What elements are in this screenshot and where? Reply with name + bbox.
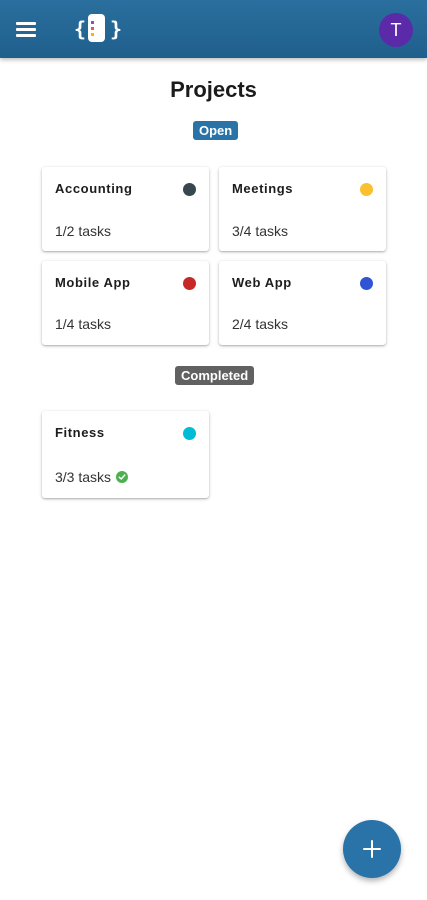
project-color-dot xyxy=(360,277,373,290)
project-name: Mobile App xyxy=(55,275,131,290)
completed-section-badge: Completed xyxy=(175,366,255,385)
check-circle-icon xyxy=(116,471,129,483)
app-logo-icon: { } xyxy=(74,14,122,42)
project-card-meetings[interactable]: Meetings 3/4 tasks xyxy=(219,167,386,251)
app-bar: { } T xyxy=(0,0,427,58)
project-color-dot xyxy=(360,183,373,196)
open-section-badge: Open xyxy=(193,121,239,140)
page-title: Projects xyxy=(170,77,257,102)
project-name: Fitness xyxy=(55,425,105,440)
project-card-accounting[interactable]: Accounting 1/2 tasks xyxy=(42,167,209,251)
add-project-button[interactable] xyxy=(343,820,401,878)
project-name: Web App xyxy=(232,275,292,290)
project-task-count: 1/2 tasks xyxy=(55,223,112,239)
project-task-count: 3/3 tasks xyxy=(55,469,112,485)
project-task-count: 1/4 tasks xyxy=(55,316,112,332)
svg-text:{: { xyxy=(74,17,86,41)
project-task-count: 3/4 tasks xyxy=(232,223,289,239)
avatar[interactable]: T xyxy=(379,13,413,47)
svg-text:}: } xyxy=(110,17,122,41)
project-card-mobile-app[interactable]: Mobile App 1/4 tasks xyxy=(42,261,209,345)
project-name: Accounting xyxy=(55,181,133,196)
project-color-dot xyxy=(183,277,196,290)
project-name: Meetings xyxy=(232,181,294,196)
hamburger-menu-icon[interactable] xyxy=(12,15,40,43)
project-task-count: 2/4 tasks xyxy=(232,316,289,332)
project-task-count-row: 3/3 tasks xyxy=(55,469,129,485)
project-color-dot xyxy=(183,427,196,440)
plus-icon xyxy=(363,840,381,858)
project-color-dot xyxy=(183,183,196,196)
project-card-fitness[interactable]: Fitness 3/3 tasks xyxy=(42,411,209,498)
project-card-web-app[interactable]: Web App 2/4 tasks xyxy=(219,261,386,345)
